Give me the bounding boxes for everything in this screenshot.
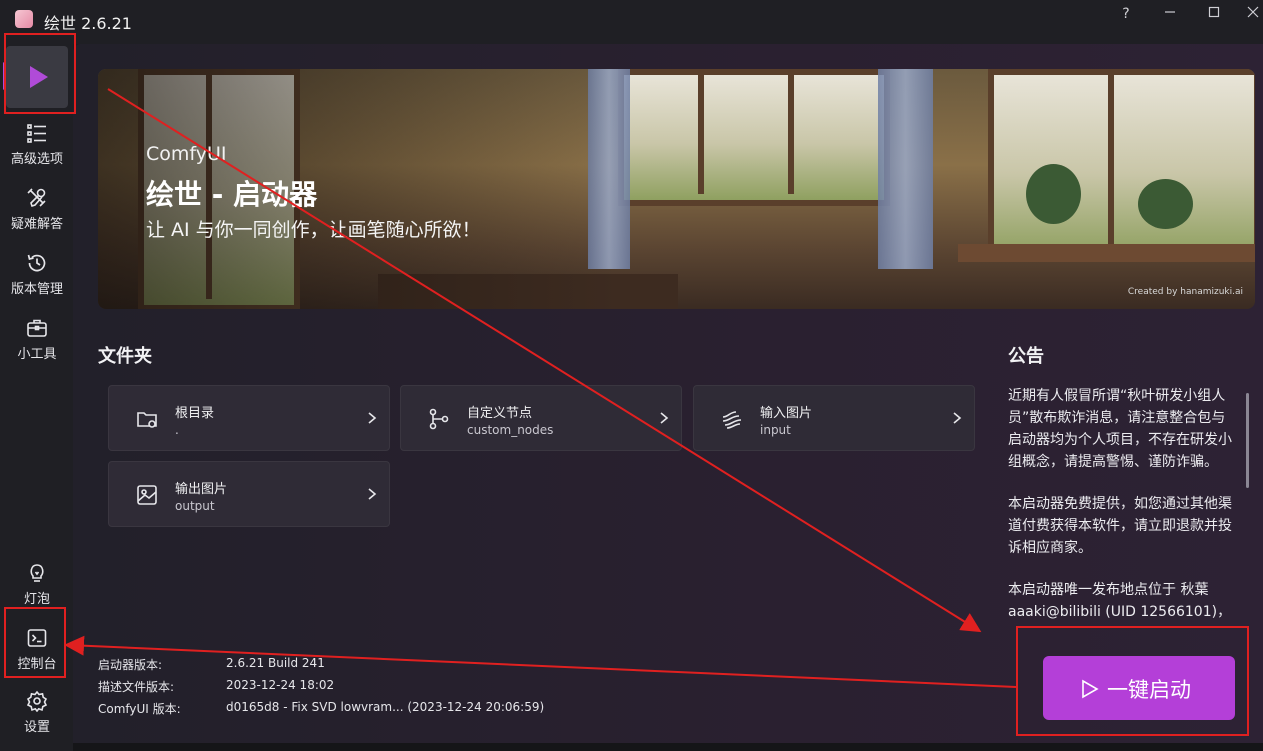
- annotation-arrow-to-console: [64, 635, 1017, 688]
- annotation-arrow-to-launch: [107, 88, 982, 633]
- annotation-arrows: [64, 88, 1017, 688]
